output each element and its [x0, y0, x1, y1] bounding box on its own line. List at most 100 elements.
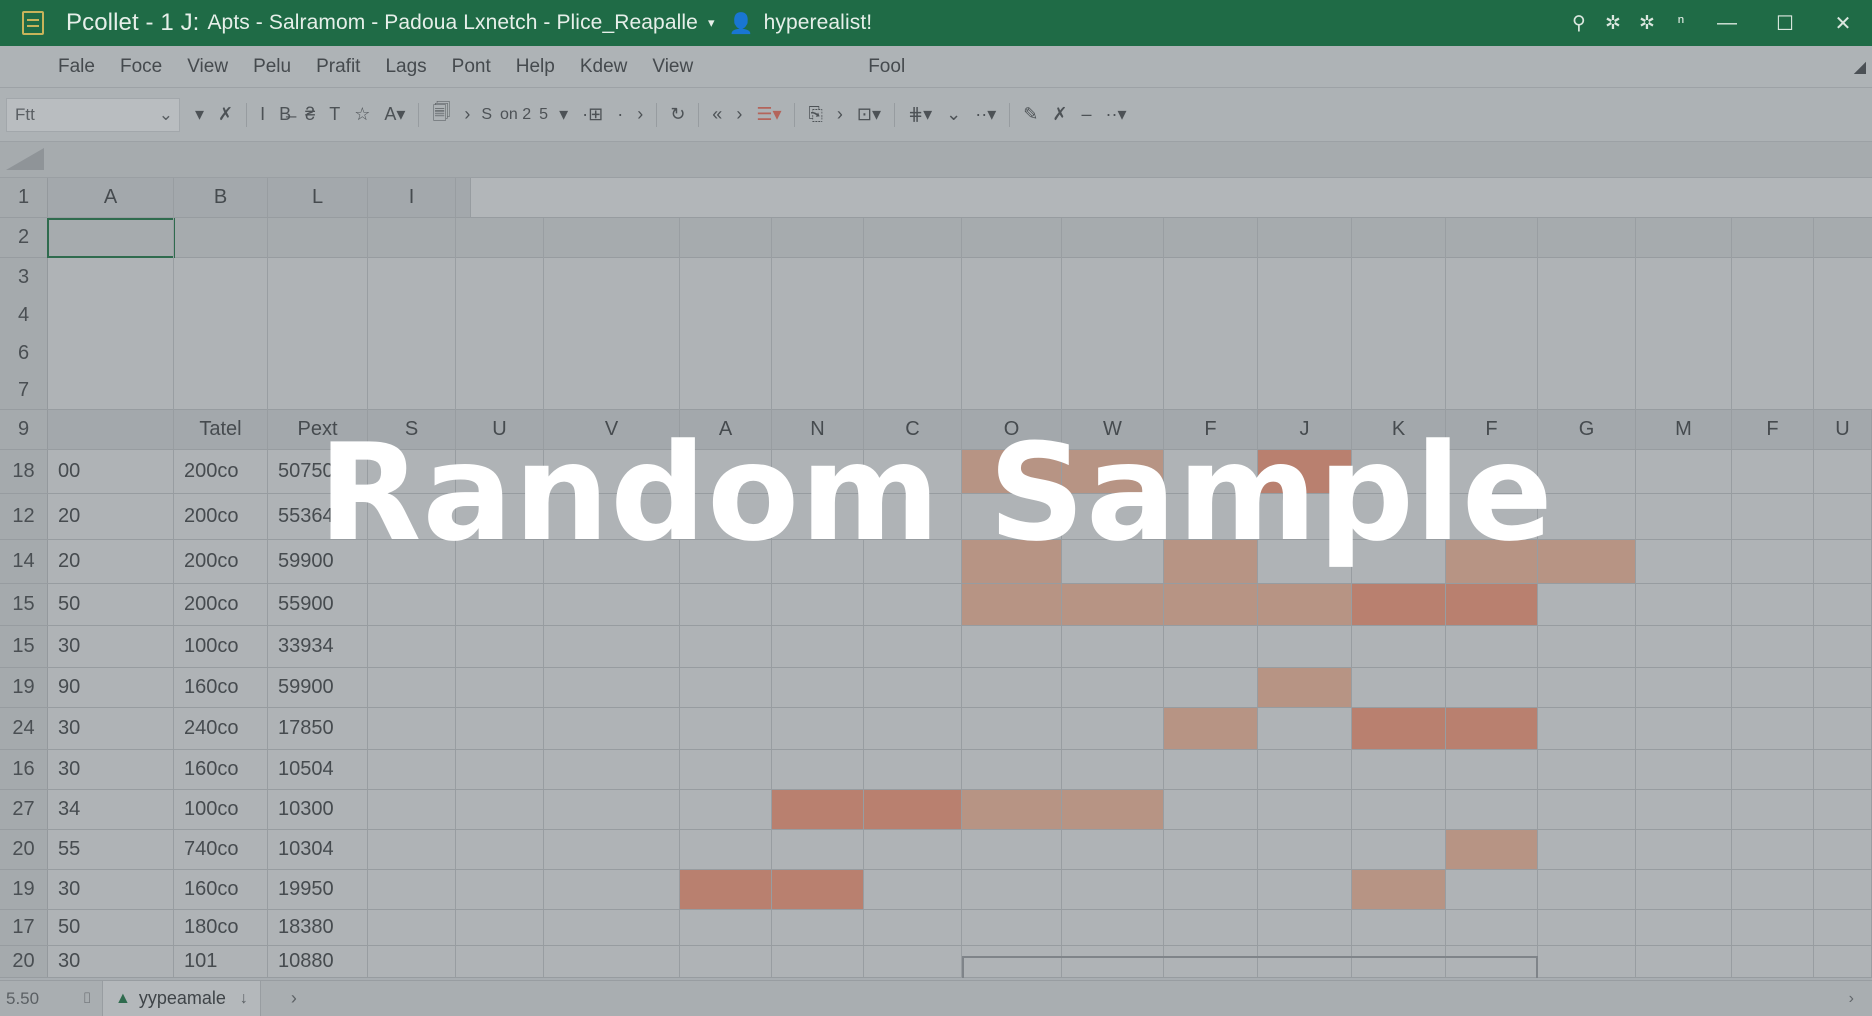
table-cell[interactable] — [962, 830, 1062, 869]
table-cell[interactable] — [1062, 910, 1164, 945]
table-cell[interactable] — [1814, 910, 1872, 945]
font-color-icon[interactable]: A▾ — [384, 104, 405, 125]
table-cell[interactable]: 33934 — [268, 626, 368, 667]
column-header[interactable]: V — [544, 410, 680, 449]
clear-icon[interactable]: ✗ — [1052, 104, 1067, 125]
table-cell[interactable] — [1062, 870, 1164, 909]
menu-item-view-2[interactable]: View — [652, 56, 693, 78]
table-cell[interactable] — [680, 494, 772, 539]
dropdown-arrow-icon[interactable]: ⌄ — [946, 104, 961, 125]
table-cell[interactable] — [1062, 668, 1164, 707]
table-cell[interactable] — [1446, 870, 1538, 909]
table-cell[interactable]: 00 — [48, 450, 174, 493]
user-icon[interactable]: 👤 — [729, 11, 754, 36]
table-cell[interactable] — [1352, 790, 1446, 829]
table-cell[interactable] — [544, 626, 680, 667]
italic-icon[interactable]: I — [260, 104, 265, 125]
column-header[interactable]: U — [456, 410, 544, 449]
table-cell[interactable] — [962, 708, 1062, 749]
table-cell[interactable] — [772, 870, 864, 909]
table-cell[interactable] — [962, 750, 1062, 789]
menu-item-9[interactable]: Kdew — [580, 56, 628, 78]
table-cell[interactable] — [1352, 626, 1446, 667]
row-number[interactable]: 3 — [0, 258, 48, 296]
table-cell[interactable] — [1352, 708, 1446, 749]
table-cell[interactable] — [1446, 830, 1538, 869]
table-cell[interactable]: 59900 — [268, 540, 368, 583]
table-cell[interactable] — [544, 494, 680, 539]
table-cell[interactable] — [1258, 870, 1352, 909]
table-cell[interactable] — [544, 750, 680, 789]
table-cell[interactable] — [772, 946, 864, 977]
row-number[interactable]: 15 — [0, 626, 48, 667]
table-cell[interactable]: 30 — [48, 626, 174, 667]
table-cell[interactable] — [1258, 584, 1352, 625]
column-header-b[interactable]: B — [174, 178, 268, 217]
table-cell[interactable] — [368, 830, 456, 869]
column-header[interactable]: A — [680, 410, 772, 449]
table-cell[interactable] — [1352, 830, 1446, 869]
chevron-right-icon[interactable]: › — [837, 104, 843, 125]
dropdown-arrow-icon[interactable]: · — [617, 104, 623, 125]
table-cell[interactable] — [368, 790, 456, 829]
table-cell[interactable] — [864, 946, 962, 977]
table-cell[interactable]: 50750 — [268, 450, 368, 493]
table-cell[interactable]: 100co — [174, 790, 268, 829]
menu-item-file[interactable]: Fale — [58, 56, 95, 78]
table-cell[interactable] — [1732, 870, 1814, 909]
table-cell[interactable] — [456, 626, 544, 667]
row-number[interactable]: 17 — [0, 910, 48, 945]
row-number[interactable]: 19 — [0, 668, 48, 707]
table-cell[interactable]: 200co — [174, 584, 268, 625]
column-header[interactable]: C — [864, 410, 962, 449]
table-cell[interactable] — [772, 708, 864, 749]
column-header[interactable]: J — [1258, 410, 1352, 449]
table-cell[interactable] — [1538, 450, 1636, 493]
table-cell[interactable]: 200co — [174, 450, 268, 493]
table-cell[interactable] — [864, 540, 962, 583]
chevron-down-icon[interactable]: ▾ — [708, 15, 715, 31]
grid-icon[interactable]: ⋕▾ — [908, 104, 932, 125]
table-cell[interactable]: 200co — [174, 540, 268, 583]
menu-item-help[interactable]: Help — [516, 56, 555, 78]
more-icon[interactable]: ··▾ — [975, 104, 996, 125]
table-cell[interactable]: 90 — [48, 668, 174, 707]
row-number[interactable]: 15 — [0, 584, 48, 625]
table-cell[interactable] — [1446, 790, 1538, 829]
table-cell[interactable] — [864, 584, 962, 625]
table-cell[interactable] — [772, 790, 864, 829]
table-cell[interactable] — [1814, 584, 1872, 625]
table-cell[interactable] — [368, 626, 456, 667]
sheet-tab[interactable]: ▲ yypeamale ↓ — [102, 980, 261, 1016]
table-cell[interactable] — [1538, 750, 1636, 789]
row-number[interactable]: 27 — [0, 790, 48, 829]
column-header[interactable]: F — [1164, 410, 1258, 449]
table-cell[interactable] — [1062, 540, 1164, 583]
table-cell[interactable]: 50 — [48, 584, 174, 625]
menu-item-view[interactable]: View — [187, 56, 228, 78]
menu-item-7[interactable]: Pont — [452, 56, 491, 78]
table-cell[interactable] — [1732, 910, 1814, 945]
table-cell[interactable] — [1538, 708, 1636, 749]
table-cell[interactable] — [456, 870, 544, 909]
table-cell[interactable] — [456, 946, 544, 977]
table-cell[interactable] — [1164, 540, 1258, 583]
table-cell[interactable] — [864, 790, 962, 829]
minimize-button[interactable]: — — [1698, 12, 1756, 35]
menu-item-tool[interactable]: Fool — [868, 56, 905, 78]
row-number[interactable]: 20 — [0, 946, 48, 977]
table-cell[interactable] — [1636, 750, 1732, 789]
table-cell[interactable] — [544, 584, 680, 625]
table-cell[interactable] — [864, 668, 962, 707]
table-cell[interactable] — [772, 540, 864, 583]
table-cell[interactable] — [1446, 450, 1538, 493]
format-painter-icon[interactable]: ✗ — [218, 104, 233, 125]
cell-format-icon[interactable]: ·⊞ — [582, 104, 603, 125]
table-cell[interactable] — [1814, 750, 1872, 789]
table-cell[interactable]: 55900 — [268, 584, 368, 625]
table-cell[interactable]: 59900 — [268, 668, 368, 707]
table-cell[interactable] — [772, 450, 864, 493]
dropdown-arrow-icon[interactable]: ▾ — [559, 104, 568, 125]
table-cell[interactable] — [1538, 870, 1636, 909]
table-cell[interactable] — [1062, 494, 1164, 539]
